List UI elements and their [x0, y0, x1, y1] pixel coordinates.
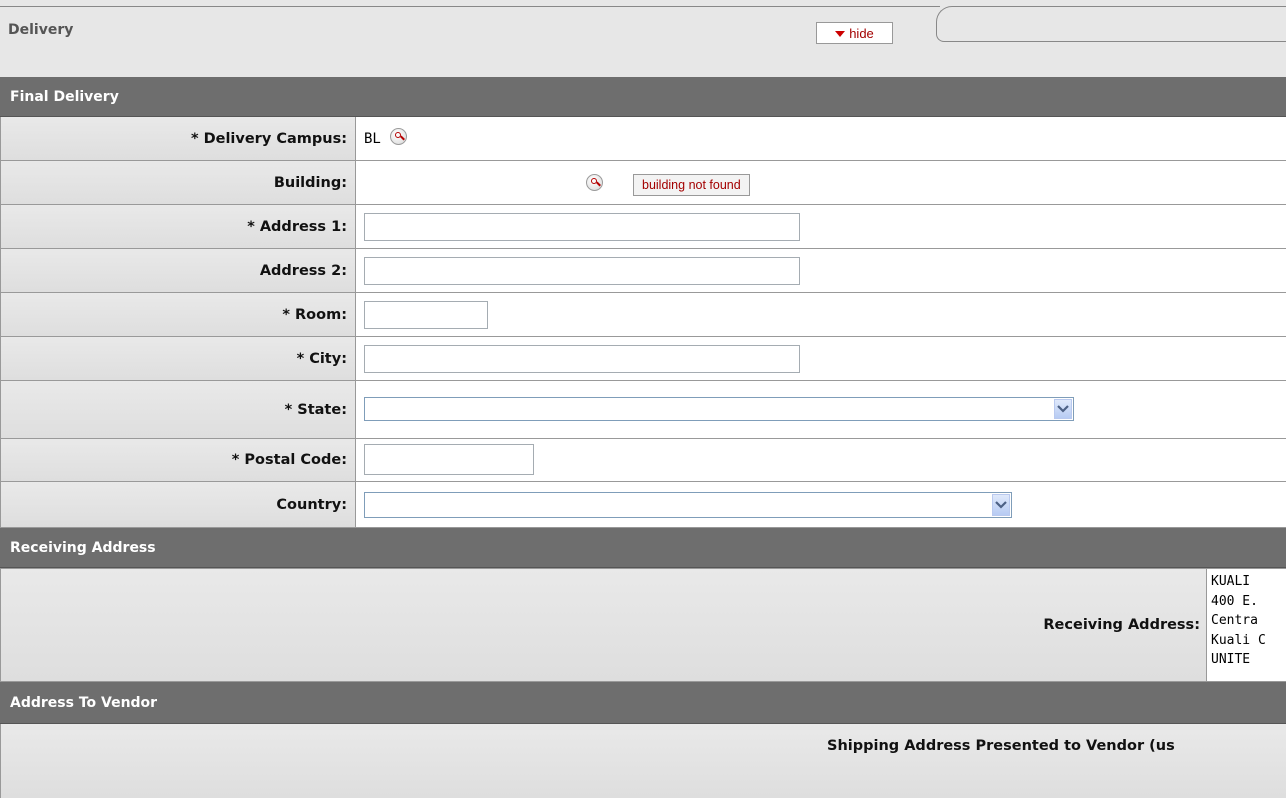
room-label: * Room:	[0, 293, 356, 336]
delivery-campus-value: BL	[364, 131, 381, 147]
building-label: Building:	[0, 161, 356, 204]
receiving-address-value: KUALI 400 E. Centra Kuali C UNITE	[1206, 569, 1286, 681]
address2-input[interactable]	[364, 257, 800, 285]
address1-label: * Address 1:	[0, 205, 356, 248]
country-select[interactable]	[364, 492, 1012, 518]
hide-button[interactable]: hide	[816, 22, 893, 44]
state-select[interactable]	[364, 397, 1074, 421]
address1-input[interactable]	[364, 213, 800, 241]
receiving-address-label: Receiving Address:	[1043, 617, 1200, 633]
country-cell	[357, 482, 1286, 527]
tab-divider-line	[0, 6, 940, 7]
city-cell	[357, 337, 1286, 380]
delivery-campus-cell: BL	[357, 117, 1286, 160]
state-label: * State:	[0, 381, 356, 438]
address2-cell	[357, 249, 1286, 292]
building-cell: building not found	[357, 161, 1286, 204]
row-delivery-campus: * Delivery Campus: BL	[0, 117, 1286, 161]
row-country: Country:	[0, 482, 1286, 528]
hide-button-label: hide	[849, 25, 874, 41]
address2-label: Address 2:	[0, 249, 356, 292]
room-input[interactable]	[364, 301, 488, 329]
delivery-campus-label: * Delivery Campus:	[0, 117, 356, 160]
row-receiving-address: Receiving Address: KUALI 400 E. Centra K…	[0, 568, 1286, 682]
row-address2: Address 2:	[0, 249, 1286, 293]
row-building: Building: building not found	[0, 161, 1286, 205]
receiving-line: Kuali C	[1211, 632, 1266, 648]
receiving-line: UNITE	[1211, 652, 1251, 667]
section-header-receiving-address: Receiving Address	[0, 528, 1286, 568]
magnifier-lookup-icon[interactable]	[390, 128, 407, 145]
postal-code-cell	[357, 439, 1286, 481]
tab-bar: Delivery hide	[0, 0, 1286, 77]
address1-cell	[357, 205, 1286, 248]
state-cell	[357, 381, 1286, 438]
triangle-down-icon	[835, 30, 846, 37]
building-not-found-button[interactable]: building not found	[633, 174, 750, 196]
receiving-line: Centra	[1211, 613, 1258, 628]
row-state: * State:	[0, 381, 1286, 439]
city-label: * City:	[0, 337, 356, 380]
chevron-down-icon[interactable]	[1054, 399, 1072, 419]
receiving-line: 400 E.	[1211, 593, 1258, 609]
receiving-line: KUALI	[1211, 574, 1251, 589]
row-city: * City:	[0, 337, 1286, 381]
tab-title: Delivery	[8, 22, 74, 38]
chevron-down-icon[interactable]	[992, 494, 1010, 516]
postal-code-label: * Postal Code:	[0, 439, 356, 481]
shipping-address-label: Shipping Address Presented to Vendor (us	[827, 738, 1175, 754]
section-header-address-to-vendor: Address To Vendor	[0, 682, 1286, 724]
tab-curve	[936, 6, 1286, 42]
magnifier-lookup-icon[interactable]	[586, 174, 603, 191]
postal-code-input[interactable]	[364, 444, 534, 475]
row-postal-code: * Postal Code:	[0, 439, 1286, 482]
section-header-final-delivery: Final Delivery	[0, 77, 1286, 117]
city-input[interactable]	[364, 345, 800, 373]
row-address1: * Address 1:	[0, 205, 1286, 249]
row-shipping-address: Shipping Address Presented to Vendor (us	[0, 724, 1286, 798]
row-room: * Room:	[0, 293, 1286, 337]
room-cell	[357, 293, 1286, 336]
country-label: Country:	[0, 482, 356, 527]
